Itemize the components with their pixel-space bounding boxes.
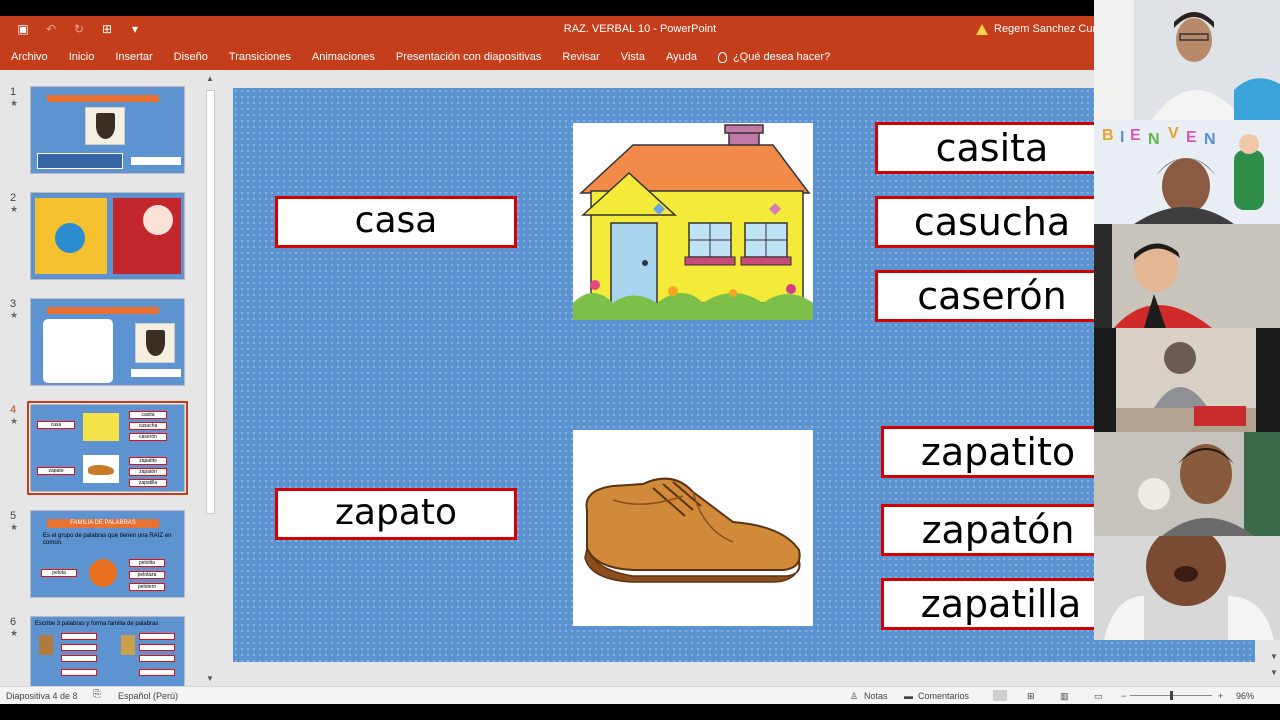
slide-number: 6 bbox=[10, 616, 17, 628]
comments-button[interactable]: Comentarios bbox=[918, 691, 969, 701]
tab-insertar[interactable]: Insertar bbox=[115, 51, 152, 63]
slideshow-icon[interactable]: ▭ bbox=[1094, 691, 1103, 702]
scrollbar-thumb[interactable] bbox=[206, 90, 215, 514]
slide-thumbnail-6[interactable]: Escribe 3 palabras y forma familia de pa… bbox=[30, 616, 185, 686]
animation-star-icon: ★ bbox=[10, 416, 19, 426]
family-word-zapatilla[interactable]: zapatilla bbox=[881, 578, 1121, 630]
slide-thumbnail-4[interactable]: casa casita casucha caserón zapato zapat… bbox=[27, 401, 188, 495]
warning-icon bbox=[976, 23, 988, 35]
account-area[interactable]: Regem Sanchez Curo bbox=[976, 23, 1102, 35]
participant-video-4[interactable] bbox=[1094, 328, 1280, 432]
bottom-letterbox bbox=[0, 704, 1280, 720]
normal-view-icon[interactable] bbox=[993, 690, 1007, 701]
title-bar: ▣ ↶ ↻ ⊞ ▾ RAZ. VERBAL 10 - PowerPoint Re… bbox=[0, 16, 1280, 44]
family-word-casucha[interactable]: casucha bbox=[875, 196, 1109, 248]
tell-me-label: ¿Qué desea hacer? bbox=[732, 51, 831, 63]
participant-video-2-frame: B I E N V E N bbox=[1094, 120, 1280, 224]
slide-sorter-icon[interactable]: ⊞ bbox=[1027, 691, 1035, 702]
participant-video-4-frame bbox=[1094, 328, 1280, 432]
animation-star-icon: ★ bbox=[10, 628, 19, 638]
ribbon-tabs: Archivo Inicio Insertar Diseño Transicio… bbox=[0, 44, 1280, 70]
zoom-level[interactable]: 96% bbox=[1236, 691, 1254, 701]
shoe-image[interactable] bbox=[573, 430, 813, 626]
svg-text:E: E bbox=[1130, 127, 1141, 144]
participant-video-1[interactable] bbox=[1094, 0, 1280, 120]
participant-video-5[interactable] bbox=[1094, 432, 1280, 536]
animation-star-icon: ★ bbox=[10, 522, 19, 532]
animation-star-icon: ★ bbox=[10, 204, 19, 214]
participant-video-1-frame bbox=[1094, 0, 1280, 120]
slide-thumbnail-5[interactable]: FAMILIA DE PALABRAS Es el grupo de palab… bbox=[30, 510, 185, 598]
thumbnail-scrollbar[interactable]: ▲ ▼ bbox=[204, 70, 216, 686]
status-bar: Diapositiva 4 de 8 ⎘ Español (Perú) ♙ No… bbox=[0, 686, 1280, 704]
participant-video-3-frame bbox=[1094, 224, 1280, 328]
svg-text:N: N bbox=[1204, 131, 1216, 148]
tab-inicio[interactable]: Inicio bbox=[69, 51, 95, 63]
comments-icon[interactable]: ▬ bbox=[904, 691, 913, 701]
zoom-in-icon[interactable]: + bbox=[1218, 691, 1223, 701]
slide-thumbnail-3[interactable] bbox=[30, 298, 185, 386]
svg-text:I: I bbox=[1120, 129, 1124, 146]
svg-text:E: E bbox=[1186, 129, 1197, 146]
top-letterbox bbox=[0, 0, 1280, 16]
family-word-zapaton[interactable]: zapatón bbox=[881, 504, 1115, 556]
animation-star-icon: ★ bbox=[10, 98, 19, 108]
root-word-casa[interactable]: casa bbox=[275, 196, 517, 248]
scroll-up-icon[interactable]: ▲ bbox=[206, 74, 214, 83]
tab-animaciones[interactable]: Animaciones bbox=[312, 51, 375, 63]
tab-revisar[interactable]: Revisar bbox=[562, 51, 599, 63]
slide-number: 5 bbox=[10, 510, 17, 522]
slide-number: 2 bbox=[10, 192, 17, 204]
slide-number: 1 bbox=[10, 86, 17, 98]
participant-video-6-frame bbox=[1094, 536, 1280, 640]
slide-thumbnail-panel: 1 ★ 2 ★ 3 ★ 4 ★ casa casita casucha case… bbox=[0, 70, 204, 686]
tab-diseno[interactable]: Diseño bbox=[174, 51, 208, 63]
work-area: 1 ★ 2 ★ 3 ★ 4 ★ casa casita casucha case… bbox=[0, 70, 1280, 686]
family-word-casita[interactable]: casita bbox=[875, 122, 1109, 174]
slide-number: 4 bbox=[10, 404, 17, 416]
participant-video-3[interactable] bbox=[1094, 224, 1280, 328]
user-name: Regem Sanchez Curo bbox=[994, 23, 1103, 35]
house-illustration bbox=[573, 123, 813, 320]
powerpoint-window: ▣ ↶ ↻ ⊞ ▾ RAZ. VERBAL 10 - PowerPoint Re… bbox=[0, 0, 1280, 704]
svg-text:B: B bbox=[1102, 127, 1114, 144]
tab-presentacion[interactable]: Presentación con diapositivas bbox=[396, 51, 542, 63]
slide-thumbnail-1[interactable] bbox=[30, 86, 185, 174]
scroll-down-icon[interactable]: ▼ bbox=[1270, 652, 1278, 661]
tell-me-box[interactable]: ¿Qué desea hacer? bbox=[717, 51, 831, 63]
tab-archivo[interactable]: Archivo bbox=[11, 51, 48, 63]
zoom-out-icon[interactable]: − bbox=[1121, 691, 1126, 701]
tab-vista[interactable]: Vista bbox=[621, 51, 645, 63]
svg-text:N: N bbox=[1148, 131, 1160, 148]
lightbulb-icon bbox=[717, 51, 727, 63]
svg-text:V: V bbox=[1168, 125, 1179, 142]
tab-transiciones[interactable]: Transiciones bbox=[229, 51, 291, 63]
root-word-zapato[interactable]: zapato bbox=[275, 488, 517, 540]
tab-ayuda[interactable]: Ayuda bbox=[666, 51, 697, 63]
video-call-panel: B I E N V E N bbox=[1094, 0, 1280, 640]
reading-view-icon[interactable]: ▥ bbox=[1060, 691, 1069, 702]
notes-button[interactable]: Notas bbox=[864, 691, 888, 701]
scroll-down-icon[interactable]: ▼ bbox=[206, 674, 214, 683]
scroll-down-icon[interactable]: ▼ bbox=[1270, 668, 1278, 677]
family-word-zapatito[interactable]: zapatito bbox=[881, 426, 1115, 478]
slide-thumbnail-2[interactable] bbox=[30, 192, 185, 280]
participant-video-5-frame bbox=[1094, 432, 1280, 536]
spelling-icon[interactable]: ⎘ bbox=[93, 689, 101, 700]
language-indicator[interactable]: Español (Perú) bbox=[118, 691, 178, 701]
participant-video-2[interactable]: B I E N V E N bbox=[1094, 120, 1280, 224]
zoom-slider-knob[interactable] bbox=[1170, 691, 1173, 700]
shoe-illustration bbox=[573, 430, 813, 626]
animation-star-icon: ★ bbox=[10, 310, 19, 320]
house-image[interactable] bbox=[573, 123, 813, 320]
notes-icon[interactable]: ♙ bbox=[850, 691, 858, 702]
family-word-caseron[interactable]: caserón bbox=[875, 270, 1109, 322]
slide-counter: Diapositiva 4 de 8 bbox=[6, 691, 78, 701]
participant-video-6[interactable] bbox=[1094, 536, 1280, 640]
slide-number: 3 bbox=[10, 298, 17, 310]
